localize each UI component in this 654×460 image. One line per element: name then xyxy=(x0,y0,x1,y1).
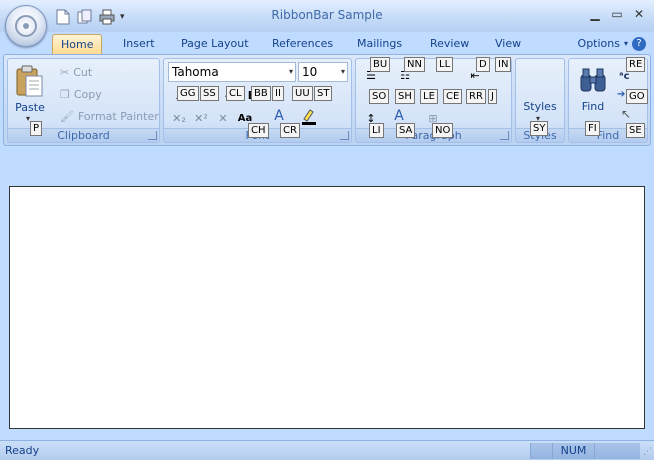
ribbon-tabs: Home Insert Page Layout References Maili… xyxy=(0,32,654,56)
find-label: Find xyxy=(581,100,605,113)
keytip-sh: SH xyxy=(395,89,415,104)
dialog-launcher-icon[interactable] xyxy=(340,131,349,140)
styles-group: Styles ▾ SY Styles xyxy=(515,58,565,143)
goto-arrow-icon[interactable]: ➔ xyxy=(617,89,625,100)
chevron-down-icon: ▾ xyxy=(288,67,293,76)
keytip-sa: SA xyxy=(396,123,416,138)
font-family-combo[interactable]: Tahoma ▾ xyxy=(168,62,296,82)
tab-view[interactable]: View xyxy=(487,34,529,56)
tab-references[interactable]: References xyxy=(264,34,341,56)
keytip-go: GO xyxy=(626,89,648,104)
font-family-value: Tahoma xyxy=(172,65,219,79)
dialog-launcher-icon[interactable] xyxy=(148,131,157,140)
font-size-value: 10 xyxy=(302,65,318,79)
paragraph-group: BU NN LL D IN ☰ ☷ ⇤ SO SH LE CE RR J ↕ L… xyxy=(355,57,512,143)
keytip-nn: NN xyxy=(404,57,425,72)
keytip-bb: BB xyxy=(251,86,271,101)
application-button[interactable] xyxy=(5,5,47,47)
copy-icon: ❐ xyxy=(60,87,70,101)
keytip-ce: CE xyxy=(443,89,463,104)
keytip-uu: UU xyxy=(292,86,313,101)
minimize-icon[interactable]: ▁ xyxy=(588,6,602,22)
tab-mailings[interactable]: Mailings xyxy=(349,34,410,56)
tab-page-layout[interactable]: Page Layout xyxy=(173,34,257,56)
status-panel-num: NUM xyxy=(552,443,594,459)
find-button[interactable]: Find xyxy=(571,61,615,125)
chevron-down-icon: ▾ xyxy=(623,39,628,48)
format-painter-label: Format Painter xyxy=(77,109,159,123)
scissors-icon: ✂ xyxy=(60,65,70,79)
subscript-button[interactable]: ✕₂ xyxy=(168,108,190,128)
keytip-gg: GG xyxy=(177,86,199,101)
window-title: RibbonBar Sample xyxy=(271,8,383,22)
cut-button[interactable]: ✂ Cut xyxy=(60,63,92,81)
keytip-d: D xyxy=(476,57,490,72)
options-label: Options xyxy=(577,37,620,50)
copy-label: Copy xyxy=(73,87,102,101)
keytip-ll: LL xyxy=(436,57,454,72)
keytip-paste: P xyxy=(30,121,43,136)
strikethrough-x-button[interactable]: ✕ xyxy=(212,108,234,128)
keytip-fi: FI xyxy=(585,121,600,136)
keytip-se: SE xyxy=(626,123,645,138)
keytip-le: LE xyxy=(420,89,438,104)
status-panel-caps xyxy=(530,443,552,459)
keytip-re: RE xyxy=(626,57,646,72)
format-painter-button[interactable]: 🖌 Format Painter xyxy=(60,107,159,125)
keytip-st: ST xyxy=(314,86,333,101)
keytip-so: SO xyxy=(369,89,390,104)
ribbon-panel: Paste ▾ P ✂ Cut ❐ Copy 🖌 Format Painter … xyxy=(3,54,651,146)
keytip-cl: CL xyxy=(226,86,245,101)
select-cursor-icon[interactable]: ↖ xyxy=(621,107,631,121)
status-text: Ready xyxy=(5,444,40,457)
highlight-icon[interactable] xyxy=(298,106,320,126)
clipboard-group: Paste ▾ P ✂ Cut ❐ Copy 🖌 Format Painter … xyxy=(7,58,160,143)
title-bar: ▾ RibbonBar Sample ▁ ▭ ✕ xyxy=(0,0,654,32)
dialog-launcher-icon[interactable] xyxy=(500,131,509,140)
document-area[interactable] xyxy=(9,186,645,429)
replace-icon[interactable]: ᵃc xyxy=(619,71,630,82)
styles-label: Styles xyxy=(523,100,557,113)
paste-label: Paste xyxy=(15,101,45,114)
binoculars-icon xyxy=(580,68,606,92)
tab-review[interactable]: Review xyxy=(422,34,477,56)
keytip-cr: CR xyxy=(280,123,300,138)
chevron-down-icon: ▾ xyxy=(340,67,345,76)
brush-icon: 🖌 xyxy=(60,109,74,123)
cut-label: Cut xyxy=(73,65,93,79)
status-panel-scrl xyxy=(594,443,640,459)
copy-button[interactable]: ❐ Copy xyxy=(60,85,102,103)
resize-grip-icon[interactable]: ⋰ xyxy=(643,447,652,457)
keytip-ch: CH xyxy=(248,123,269,138)
maximize-icon[interactable]: ▭ xyxy=(610,6,624,22)
options-menu[interactable]: Options ▾ ? xyxy=(578,34,646,54)
superscript-button[interactable]: ✕² xyxy=(190,108,212,128)
keytip-j: J xyxy=(488,89,497,104)
styles-button[interactable]: Styles ▾ xyxy=(516,61,564,125)
paste-icon xyxy=(16,65,43,97)
keytip-rr: RR xyxy=(466,89,486,104)
find-group: Find FI RE ᵃc ➔ GO ↖ SE Find xyxy=(568,57,648,143)
keytip-in: IN xyxy=(495,57,512,72)
close-icon[interactable]: ✕ xyxy=(632,6,646,22)
font-group: Tahoma ▾ 10 ▾ A GG SS ◁ CL B BB II UU ST… xyxy=(163,58,352,143)
font-size-combo[interactable]: 10 ▾ xyxy=(298,62,348,82)
keytip-sy: SY xyxy=(530,121,549,136)
paste-button[interactable]: Paste ▾ xyxy=(11,61,49,125)
keytip-no: NO xyxy=(432,123,454,138)
tab-home[interactable]: Home xyxy=(52,34,103,56)
keytip-li: LI xyxy=(369,123,384,138)
help-icon[interactable]: ? xyxy=(632,37,646,51)
status-bar: Ready NUM ⋰ xyxy=(0,440,654,460)
app-menu-icon xyxy=(15,15,37,37)
tab-insert[interactable]: Insert xyxy=(115,34,163,56)
keytip-bu: BU xyxy=(370,57,391,72)
keytip-ss: SS xyxy=(200,86,219,101)
keytip-ii: II xyxy=(272,86,284,101)
